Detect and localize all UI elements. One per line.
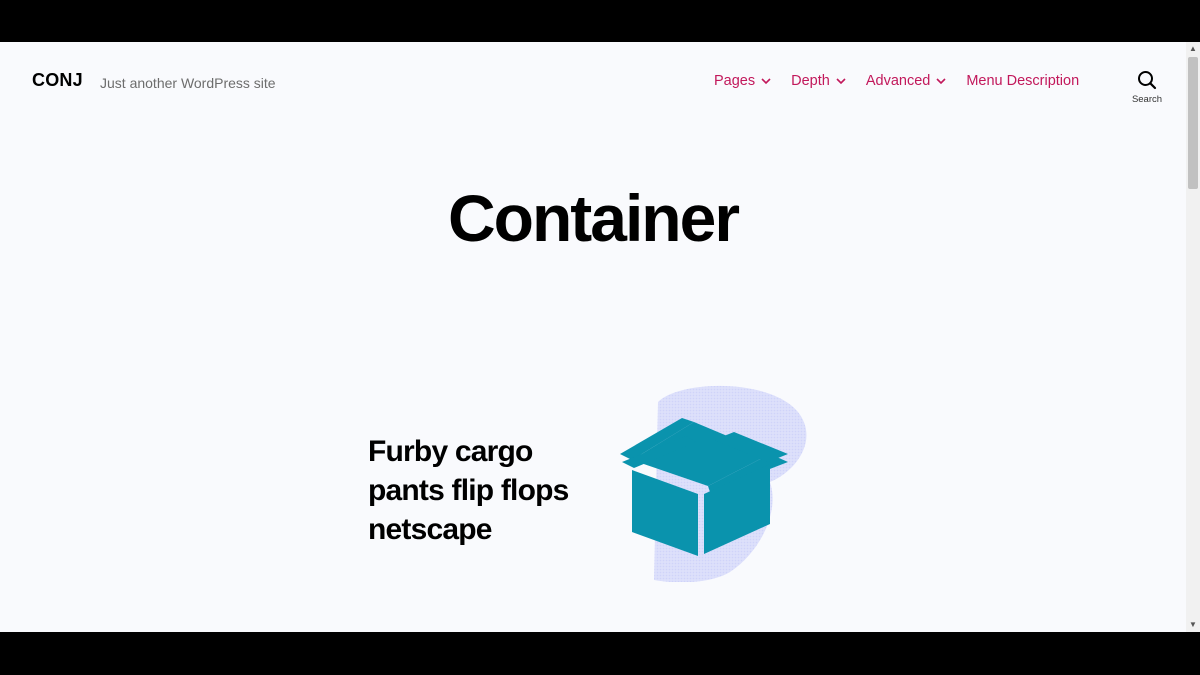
- menu-item-label: Pages: [714, 73, 756, 89]
- menu-item-label: Depth: [791, 73, 830, 89]
- site-title[interactable]: CONJ: [32, 70, 83, 91]
- menu-item-pages[interactable]: Pages: [714, 73, 771, 89]
- menu-item-menu-description[interactable]: Menu Description: [966, 73, 1079, 89]
- browser-viewport: CONJ Just another WordPress site Pages D…: [0, 42, 1200, 632]
- page-title: Container: [447, 181, 740, 255]
- scroll-up-arrow[interactable]: ▲: [1186, 42, 1200, 56]
- primary-menu: Pages Depth Advanced Menu Description: [714, 73, 1099, 89]
- site-header: CONJ Just another WordPress site Pages D…: [0, 42, 1186, 152]
- container-block: Furby cargo pants flip flops netscape: [368, 382, 828, 602]
- block-heading: Furby cargo pants flip flops netscape: [368, 435, 569, 546]
- chevron-down-icon: [936, 78, 946, 85]
- menu-item-label: Menu Description: [966, 73, 1080, 89]
- chevron-down-icon: [836, 78, 846, 85]
- search-icon: [1138, 71, 1157, 90]
- menu-item-depth[interactable]: Depth: [791, 73, 846, 89]
- search-toggle-button[interactable]: Search: [1128, 70, 1166, 112]
- site-tagline: Just another WordPress site: [100, 75, 276, 91]
- menu-item-advanced[interactable]: Advanced: [866, 73, 947, 89]
- open-box-icon: [620, 385, 807, 582]
- chevron-down-icon: [761, 78, 771, 85]
- vertical-scrollbar[interactable]: ▲ ▼: [1186, 42, 1200, 632]
- menu-item-label: Advanced: [865, 73, 931, 89]
- search-label: Search: [1131, 94, 1163, 105]
- scroll-down-arrow[interactable]: ▼: [1186, 618, 1200, 632]
- scrollbar-thumb[interactable]: [1188, 57, 1198, 189]
